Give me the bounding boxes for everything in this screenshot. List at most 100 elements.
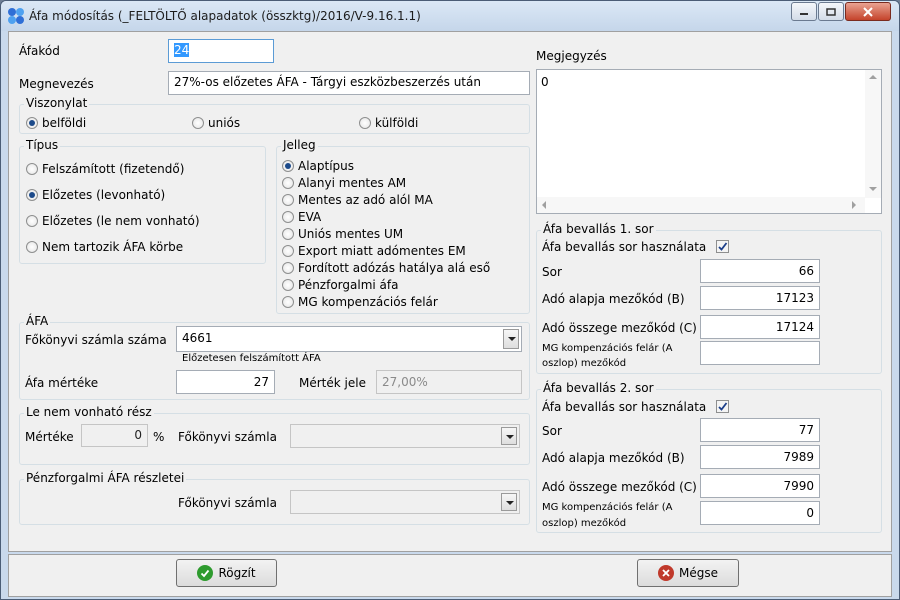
radio-nem-tartozik[interactable]: Nem tartozik ÁFA körbe [26, 240, 183, 254]
bevallas1-osszeg-input[interactable]: 17124 [700, 315, 820, 339]
bevallas2-mg-label-line1: MG kompenzációs felár (A [542, 502, 673, 513]
radio-unios[interactable]: uniós [192, 116, 240, 130]
radio-forditott-adozas[interactable]: Fordított adózás hatálya alá eső [282, 261, 490, 275]
lenem-title: Le nem vonható rész [24, 405, 154, 419]
form-area: Áfakód 24 Megnevezés 27%-os előzetes ÁFA… [8, 31, 892, 552]
radio-dot [26, 241, 38, 253]
bevallas1-osszeg-label: Adó összege mezőkód (C) [542, 321, 697, 335]
bevallas1-hasznalata-label: Áfa bevallás sor használata [542, 240, 707, 254]
viszonylat-group [19, 104, 530, 134]
scroll-right-icon[interactable] [851, 201, 857, 209]
lenem-fokonyvi-label: Főkönyvi számla [178, 430, 277, 444]
megjegyzes-textarea[interactable]: 0 [536, 69, 882, 214]
radio-penzforgalmi[interactable]: Pénzforgalmi áfa [282, 278, 398, 292]
chevron-down-icon[interactable] [501, 493, 517, 511]
radio-mentes-ado-alol[interactable]: Mentes az adó alól MA [282, 193, 433, 207]
radio-dot [282, 262, 294, 274]
scroll-left-icon[interactable] [541, 201, 547, 209]
bevallas2-hasznalata-label: Áfa bevallás sor használata [542, 400, 707, 414]
lenem-fokonyvi-combo[interactable] [290, 424, 520, 448]
bevallas1-alap-input[interactable]: 17123 [700, 286, 820, 310]
radio-dot [359, 117, 371, 129]
bevallas1-sor-label: Sor [542, 265, 562, 279]
minimize-button[interactable] [791, 2, 817, 21]
radio-alaptipus[interactable]: Alaptípus [282, 159, 354, 173]
penzforgalmi-title: Pénzforgalmi ÁFA részletei [24, 471, 187, 485]
radio-dot [282, 279, 294, 291]
megnevezes-label: Megnevezés [19, 77, 94, 91]
checkmark-icon [197, 565, 214, 581]
bevallas2-title: Áfa bevallás 2. sor [541, 381, 656, 395]
radio-dot [26, 189, 38, 201]
mertek-jele-input: 27,00% [376, 370, 522, 394]
scroll-up-icon[interactable] [869, 74, 877, 80]
save-button[interactable]: Rögzít [176, 559, 277, 587]
radio-dot [192, 117, 204, 129]
bevallas2-mg-label-line2: oszlop) mezőkód [542, 518, 627, 529]
bevallas1-hasznalata-checkbox[interactable] [716, 240, 729, 253]
bevallas2-alap-label: Adó alapja mezőkód (B) [542, 451, 685, 465]
penzforgalmi-fokonyvi-combo[interactable] [290, 490, 520, 514]
close-icon [863, 6, 873, 17]
radio-elozetes-le-nem-vonhato[interactable]: Előzetes (le nem vonható) [26, 214, 200, 228]
horizontal-scrollbar[interactable] [537, 197, 865, 213]
window-title: Áfa módosítás (_FELTÖLTŐ alapadatok (öss… [29, 9, 421, 23]
fokonyvi-description: Előzetesen felszámított ÁFA [182, 353, 321, 364]
bevallas1-sor-input[interactable]: 66 [700, 259, 820, 283]
radio-dot [26, 117, 38, 129]
penzforgalmi-fokonyvi-label: Főkönyvi számla [178, 496, 277, 510]
percent-label: % [153, 430, 165, 444]
megjegyzes-label: Megjegyzés [536, 49, 607, 63]
minimize-icon [800, 12, 808, 15]
cancel-icon [658, 565, 674, 581]
afa-title: ÁFA [24, 314, 51, 328]
chevron-down-icon[interactable] [503, 329, 519, 349]
title-bar[interactable]: Áfa módosítás (_FELTÖLTŐ alapadatok (öss… [1, 1, 899, 31]
afa-mertek-label: Áfa mértéke [25, 376, 99, 390]
megjegyzes-text: 0 [541, 75, 549, 89]
bevallas1-mg-label-line1: MG kompenzációs felár (A [542, 343, 673, 354]
radio-mg-kompenzacios[interactable]: MG kompenzációs felár [282, 295, 438, 309]
radio-kulfoldi[interactable]: külföldi [359, 116, 418, 130]
megnevezes-input[interactable]: 27%-os előzetes ÁFA - Tárgyi eszközbesze… [168, 71, 530, 95]
radio-dot [26, 215, 38, 227]
maximize-button[interactable] [818, 2, 844, 21]
bevallas2-osszeg-label: Adó összege mezőkód (C) [542, 480, 697, 494]
bevallas2-osszeg-input[interactable]: 7990 [700, 474, 820, 498]
radio-eva[interactable]: EVA [282, 210, 321, 224]
radio-elozetes-levonhato[interactable]: Előzetes (levonható) [26, 188, 165, 202]
cancel-button[interactable]: Mégse [637, 559, 739, 587]
jelleg-title: Jelleg [281, 138, 318, 152]
fokonyvi-combo[interactable]: 4661 [176, 326, 522, 352]
radio-felszamitott[interactable]: Felszámított (fizetendő) [26, 162, 184, 176]
bevallas1-alap-label: Adó alapja mezőkód (B) [542, 292, 685, 306]
afakod-label: Áfakód [19, 44, 60, 58]
radio-dot [282, 160, 294, 172]
scroll-down-icon[interactable] [869, 186, 877, 192]
dialog-window: Áfa módosítás (_FELTÖLTŐ alapadatok (öss… [0, 0, 900, 600]
afa-mertek-input[interactable]: 27 [176, 370, 275, 394]
bevallas2-sor-input[interactable]: 77 [700, 418, 820, 442]
checkmark-icon [718, 242, 728, 251]
bevallas2-sor-label: Sor [542, 424, 562, 438]
bevallas1-title: Áfa bevallás 1. sor [541, 222, 656, 236]
checkmark-icon [718, 402, 728, 411]
bevallas2-hasznalata-checkbox[interactable] [716, 400, 729, 413]
bevallas2-mg-input[interactable]: 0 [700, 501, 820, 525]
radio-dot [26, 163, 38, 175]
maximize-icon [826, 7, 836, 16]
radio-export-mentes[interactable]: Export miatt adómentes EM [282, 244, 466, 258]
mertek-jele-label: Mérték jele [299, 376, 366, 390]
bevallas2-alap-input[interactable]: 7989 [700, 445, 820, 469]
close-button[interactable] [845, 2, 891, 21]
radio-belfoldi[interactable]: belföldi [26, 116, 86, 130]
afakod-input[interactable]: 24 [168, 39, 274, 63]
tipus-title: Típus [24, 138, 61, 152]
bevallas1-mg-label-line2: oszlop) mezőkód [542, 358, 627, 369]
chevron-down-icon[interactable] [501, 427, 517, 445]
radio-alanyi-mentes[interactable]: Alanyi mentes AM [282, 176, 406, 190]
radio-unios-mentes[interactable]: Uniós mentes UM [282, 227, 403, 241]
radio-dot [282, 228, 294, 240]
bevallas1-mg-input[interactable] [700, 341, 820, 365]
vertical-scrollbar[interactable] [865, 70, 881, 198]
